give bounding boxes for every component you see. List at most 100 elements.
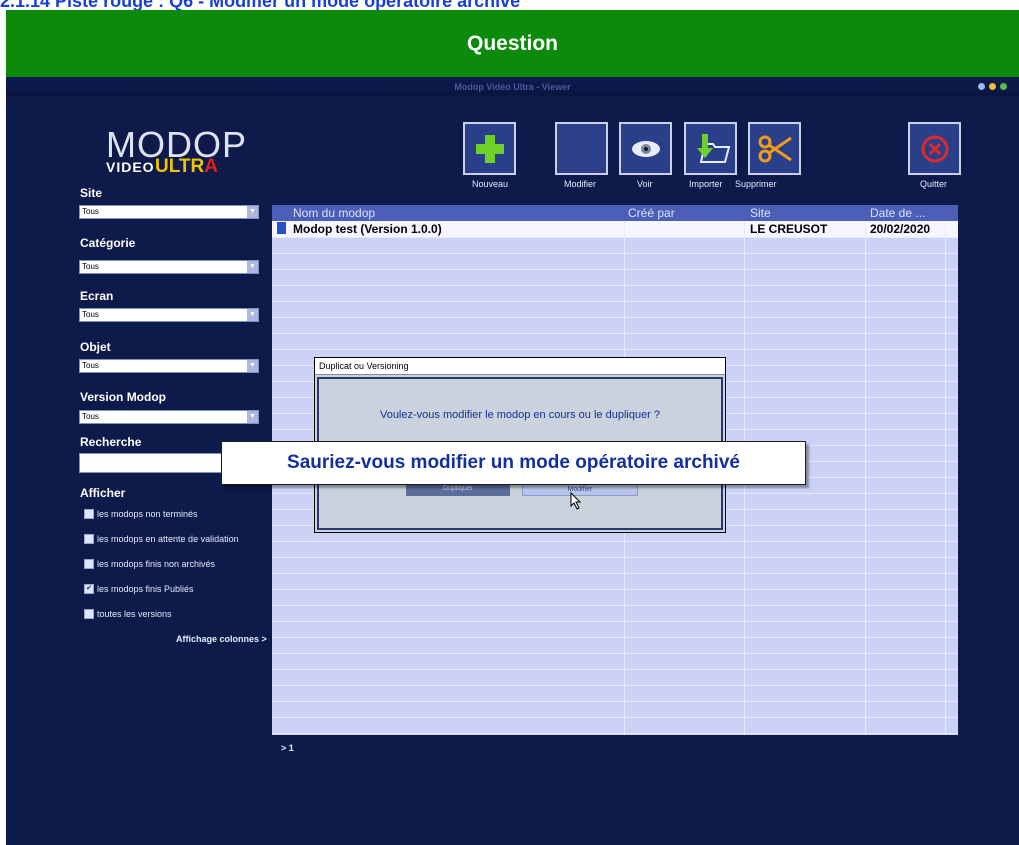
filter-categorie-select[interactable]: Tous ▼ (79, 260, 259, 274)
question-header: Question (6, 10, 1019, 77)
row-divider (272, 317, 958, 318)
supprimer-label: Supprimer (735, 179, 777, 189)
chevron-down-icon[interactable]: ▼ (247, 309, 258, 321)
filter-ecran-label: Ecran (80, 289, 114, 303)
filter-site-label: Site (80, 186, 103, 200)
filter-objet-select[interactable]: Tous ▼ (79, 359, 259, 373)
column-divider (945, 221, 946, 735)
pager[interactable]: > 1 (281, 743, 294, 753)
chevron-down-icon[interactable]: ▼ (247, 411, 258, 423)
checkbox-label: les modops finis non archivés (97, 559, 216, 569)
nouveau-button[interactable] (463, 122, 516, 175)
window-maximize-icon[interactable] (989, 83, 996, 90)
checkbox-finis-non-archives[interactable]: les modops finis non archivés (84, 559, 215, 569)
column-header-site[interactable]: Site (750, 206, 771, 220)
checkbox-box[interactable] (84, 509, 94, 519)
row-divider (272, 301, 958, 302)
quitter-label: Quitter (920, 179, 948, 189)
column-divider (865, 221, 866, 735)
app-window: Modop Vidéo Ultra - Viewer MODOP VIDEO U… (6, 77, 1019, 845)
import-folder-icon (696, 133, 730, 163)
row-divider (272, 685, 958, 686)
checkbox-label: les modops non terminés (97, 509, 198, 519)
row-divider (272, 285, 958, 286)
row-divider (272, 349, 958, 350)
row-divider (272, 669, 958, 670)
filter-objet-label: Objet (80, 340, 111, 354)
supprimer-button[interactable] (748, 122, 801, 175)
filter-categorie-label: Catégorie (80, 236, 136, 250)
logo-ultra-text: ULTR (155, 156, 205, 177)
column-header-cree-par[interactable]: Créé par (628, 206, 675, 220)
afficher-label: Afficher (80, 486, 126, 500)
voir-button[interactable] (619, 122, 672, 175)
modifier-label: Modifier (564, 179, 597, 189)
row-divider (272, 701, 958, 702)
checkbox-box[interactable] (84, 559, 94, 569)
mouse-cursor-icon (570, 492, 582, 510)
dialog-question: Voulez-vous modifier le modop en cours o… (379, 409, 661, 421)
importer-label: Importer (689, 179, 723, 189)
table-row[interactable]: Modop test (Version 1.0.0) LE CREUSOT 20… (272, 221, 958, 237)
voir-label: Voir (637, 179, 653, 189)
question-header-label: Question (466, 31, 558, 55)
eye-icon (631, 140, 660, 157)
window-title: Modop Vidéo Ultra - Viewer (454, 82, 571, 92)
filter-site-select[interactable]: Tous ▼ (79, 205, 259, 219)
quitter-button[interactable] (908, 122, 961, 175)
cell-site: LE CREUSOT (750, 222, 828, 236)
logo-ultra-a: A (204, 156, 218, 177)
checkbox-label: les modops en attente de validation (97, 534, 239, 544)
chevron-down-icon[interactable]: ▼ (247, 360, 258, 372)
logo-video: VIDEO (106, 159, 155, 175)
window-title-bar: Modop Vidéo Ultra - Viewer (6, 77, 1019, 97)
row-divider (272, 621, 958, 622)
close-icon (921, 135, 948, 162)
chevron-down-icon[interactable]: ▼ (247, 261, 258, 273)
filter-ecran-select[interactable]: Tous ▼ (79, 308, 259, 322)
question-banner: Sauriez-vous modifier un mode opératoire… (221, 441, 806, 485)
row-divider (272, 541, 958, 542)
row-divider (272, 605, 958, 606)
checkbox-box[interactable] (84, 609, 94, 619)
nouveau-label: Nouveau (472, 179, 509, 189)
row-divider (272, 557, 958, 558)
chevron-down-icon[interactable]: ▼ (247, 206, 258, 218)
importer-button[interactable] (684, 122, 737, 175)
question-banner-text: Sauriez-vous modifier un mode opératoire… (287, 452, 740, 473)
affichage-colonnes-link[interactable]: Affichage colonnes > (176, 634, 267, 644)
window-restore-icon[interactable] (1000, 83, 1007, 90)
logo-ultra: ULTRA (155, 156, 218, 178)
checkbox-label: les modops finis Publiés (97, 584, 194, 594)
column-header-date[interactable]: Date de ... (870, 206, 925, 220)
plus-icon (475, 134, 504, 163)
cell-nom: Modop test (Version 1.0.0) (293, 222, 442, 236)
dialog-title: Duplicat ou Versioning (315, 358, 725, 375)
filter-categorie-value: Tous (82, 262, 99, 271)
checkbox-toutes-versions[interactable]: toutes les versions (84, 609, 172, 619)
table-header: Nom du modop Créé par Site Date de ... (272, 205, 958, 221)
filter-version-select[interactable]: Tous ▼ (79, 410, 259, 424)
window-minimize-icon[interactable] (978, 83, 985, 90)
row-divider (272, 637, 958, 638)
cell-date: 20/02/2020 (870, 222, 931, 236)
filter-version-value: Tous (82, 412, 99, 421)
row-selector[interactable] (277, 222, 286, 234)
row-divider (272, 269, 958, 270)
checkbox-finis-publies[interactable]: ✔ les modops finis Publiés (84, 584, 194, 594)
row-divider (272, 717, 958, 718)
row-divider (272, 733, 958, 734)
checkmark-icon[interactable]: ✔ (84, 584, 94, 594)
checkbox-non-termines[interactable]: les modops non terminés (84, 509, 198, 519)
filter-site-value: Tous (82, 207, 99, 216)
filter-version-label: Version Modop (80, 390, 167, 404)
modifier-button[interactable] (555, 122, 608, 175)
filter-ecran-value: Tous (82, 310, 99, 319)
row-divider (272, 333, 958, 334)
row-divider (272, 589, 958, 590)
row-divider (272, 237, 958, 238)
column-header-nom[interactable]: Nom du modop (293, 206, 375, 220)
checkbox-box[interactable] (84, 534, 94, 544)
checkbox-label: toutes les versions (97, 609, 172, 619)
checkbox-attente-validation[interactable]: les modops en attente de validation (84, 534, 239, 544)
